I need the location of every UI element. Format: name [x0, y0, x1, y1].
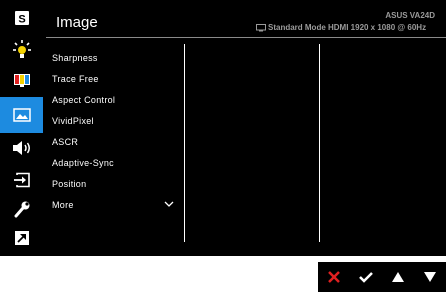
menu-item-adaptive-sync[interactable]: Adaptive-Sync	[52, 158, 114, 168]
sidebar-item-sound[interactable]	[0, 130, 43, 166]
confirm-button[interactable]	[350, 262, 382, 292]
up-button[interactable]	[382, 262, 414, 292]
up-arrow-icon	[392, 272, 404, 282]
sidebar-item-shortcut[interactable]	[0, 220, 43, 256]
close-button[interactable]	[318, 262, 350, 292]
page-title: Image	[56, 14, 98, 31]
monitor-model: ASUS VA24D	[385, 11, 435, 20]
control-key-bar	[318, 262, 446, 292]
shortcut-icon	[14, 231, 29, 245]
splendid-s-icon: S	[14, 11, 29, 26]
input-select-icon	[13, 172, 30, 188]
osd-menu: S Image ASUS VA24D Standard Mode HDMI 19…	[0, 0, 446, 256]
sidebar: S	[0, 0, 43, 256]
menu-item-trace-free[interactable]: Trace Free	[52, 74, 99, 84]
close-x-icon	[328, 271, 340, 283]
menu-item-aspect-control[interactable]: Aspect Control	[52, 95, 115, 105]
sound-icon	[12, 141, 30, 155]
menu-item-vividpixel[interactable]: VividPixel	[52, 116, 94, 126]
down-arrow-icon	[424, 272, 436, 282]
chevron-down-icon[interactable]	[164, 201, 174, 208]
sidebar-item-image[interactable]	[0, 97, 43, 133]
monitor-icon	[256, 23, 266, 31]
header-divider	[46, 37, 446, 38]
menu-item-sharpness[interactable]: Sharpness	[52, 53, 98, 63]
column-divider	[319, 44, 320, 242]
current-mode: Standard Mode	[256, 23, 326, 32]
down-button[interactable]	[414, 262, 446, 292]
menu-item-more[interactable]: More	[52, 200, 74, 210]
main-panel: Image ASUS VA24D Standard Mode HDMI 1920…	[43, 0, 446, 256]
system-setup-icon	[14, 201, 29, 218]
sidebar-item-color[interactable]	[0, 62, 43, 98]
blue-light-filter-icon	[12, 40, 31, 58]
color-icon	[13, 74, 30, 87]
menu-item-position[interactable]: Position	[52, 179, 86, 189]
signal-info: HDMI 1920 x 1080 @ 60Hz	[328, 23, 427, 32]
menu-item-ascr[interactable]: ASCR	[52, 137, 78, 147]
mode-label: Standard Mode	[268, 23, 326, 32]
check-icon	[359, 272, 373, 283]
svg-text:S: S	[18, 14, 25, 26]
column-divider	[184, 44, 185, 242]
image-icon	[12, 108, 31, 122]
